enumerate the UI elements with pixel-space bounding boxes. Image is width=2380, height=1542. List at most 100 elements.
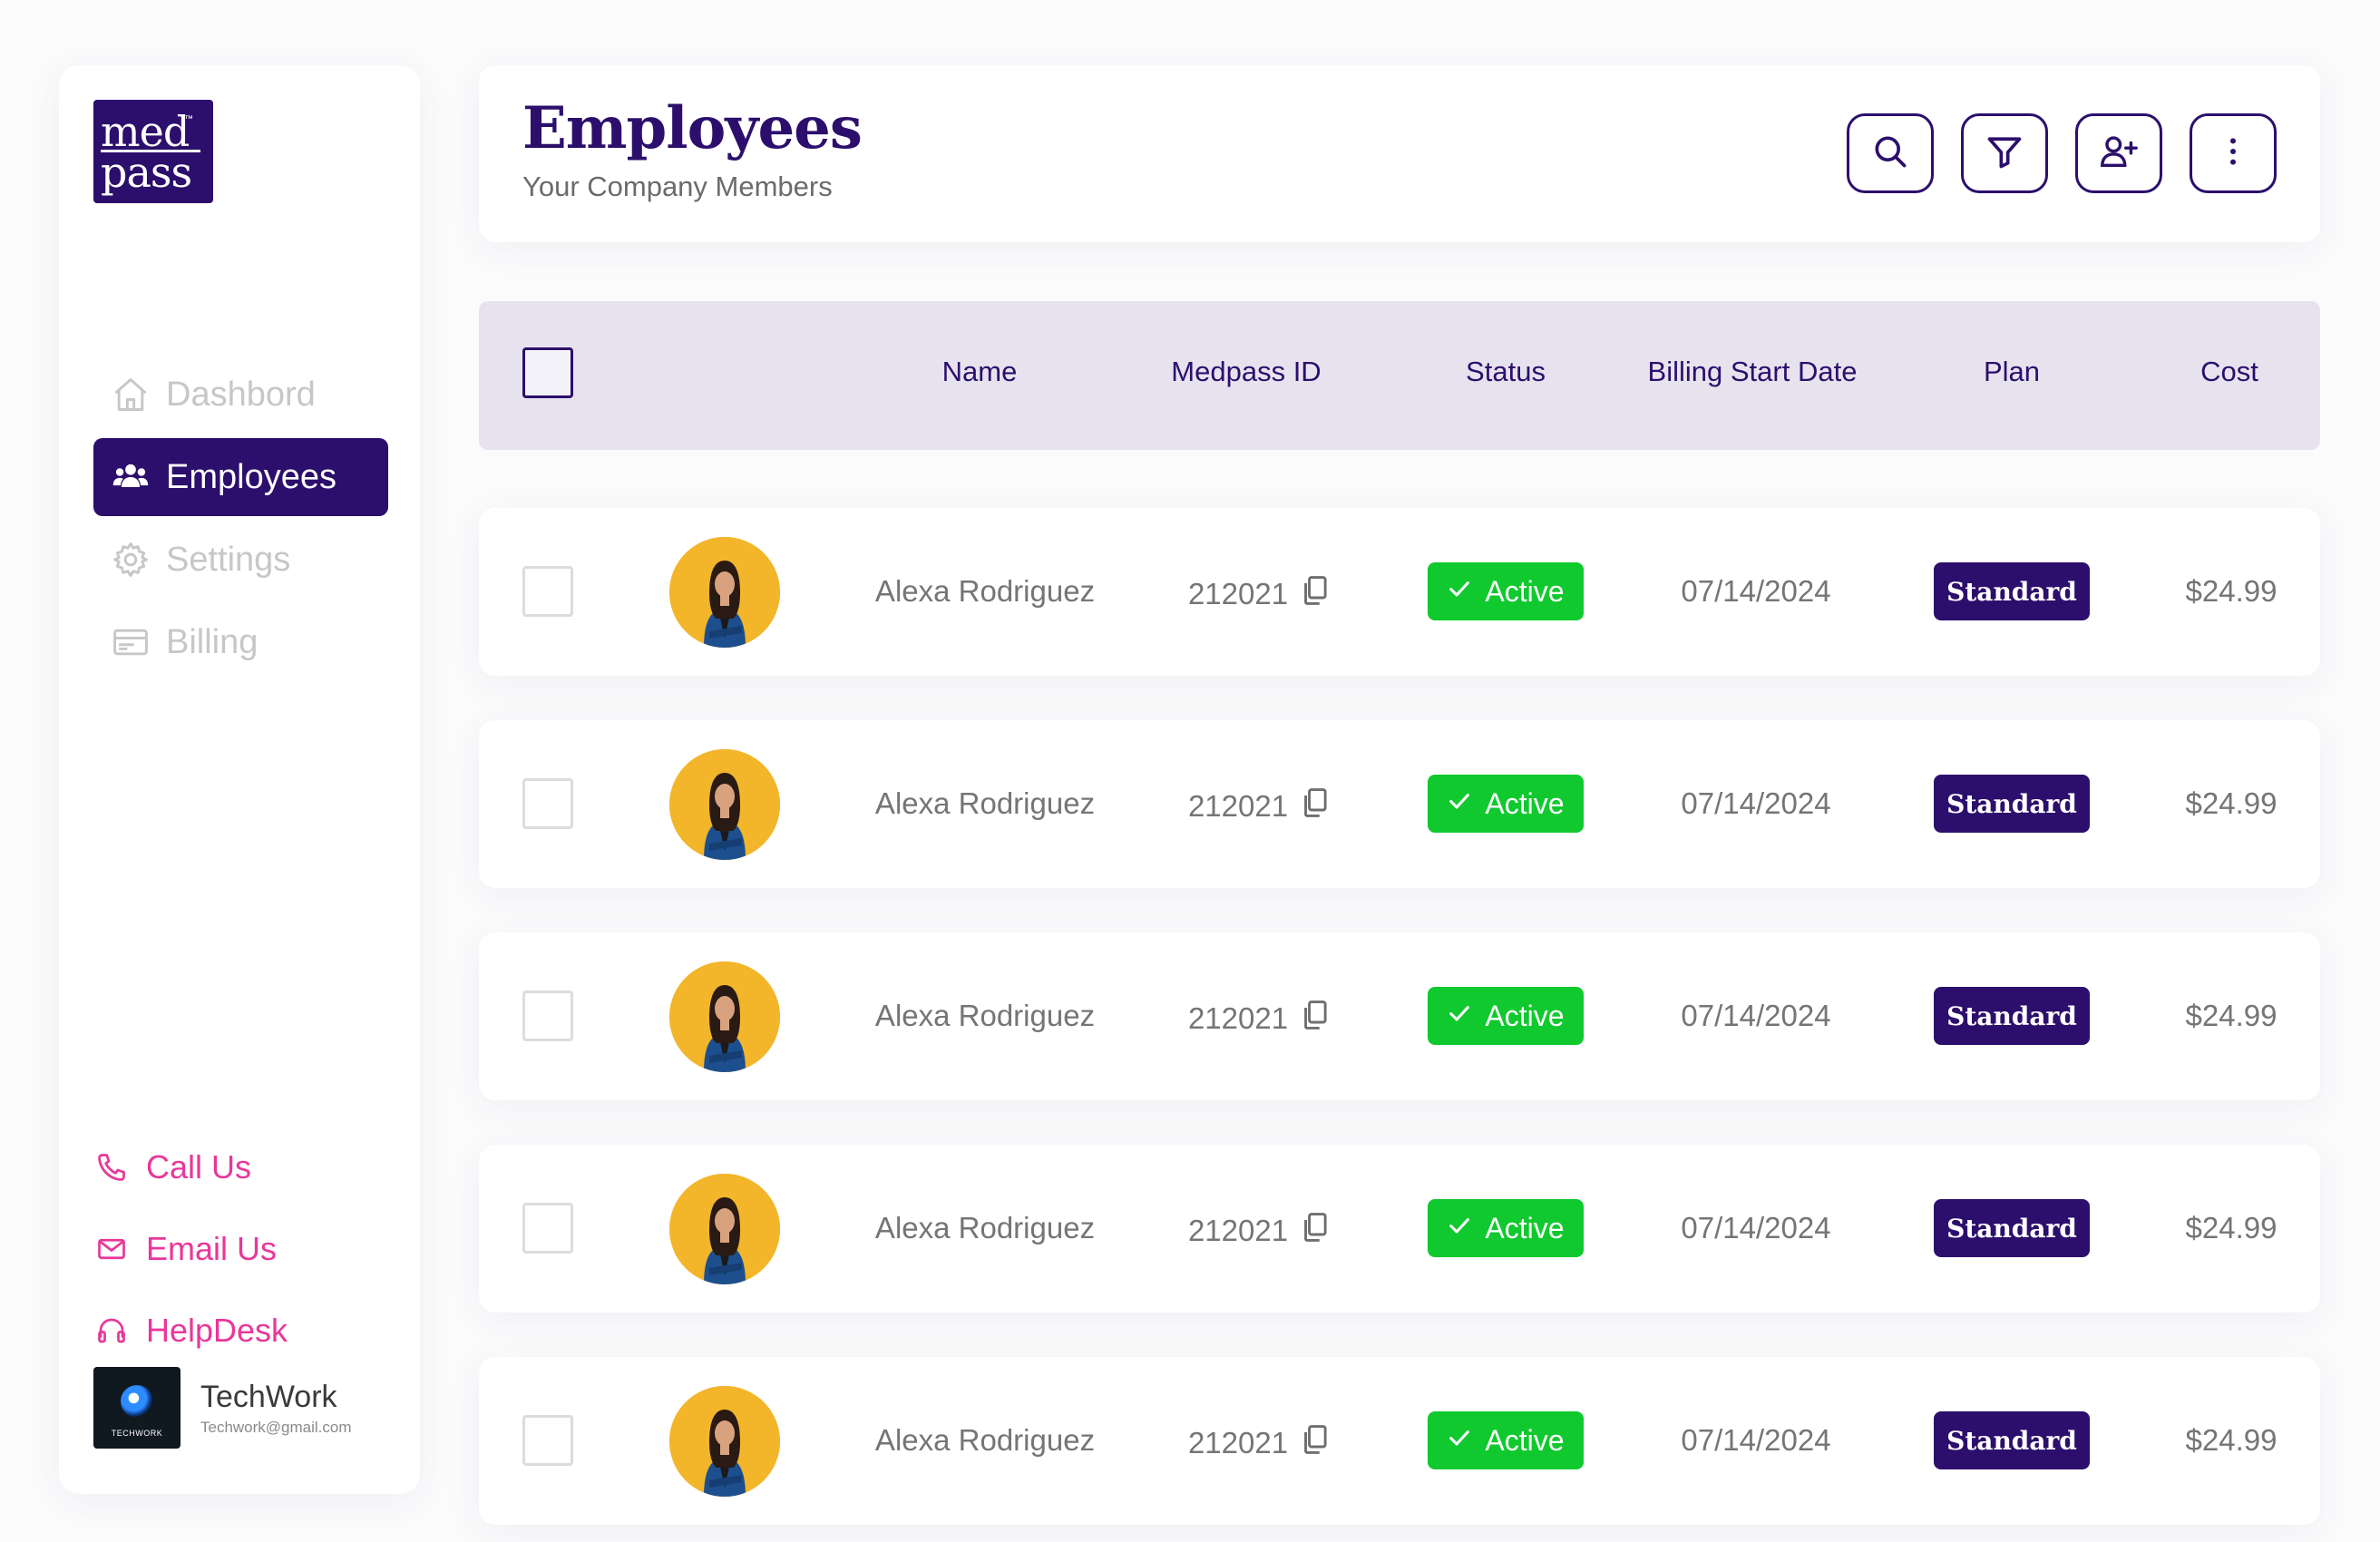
filter-button[interactable]	[1961, 113, 2048, 193]
employee-name: Alexa Rodriguez	[874, 1423, 1096, 1457]
trademark-mark: ™	[184, 114, 193, 124]
plan-badge: Standard	[1934, 1199, 2090, 1257]
add-user-button[interactable]	[2075, 113, 2162, 193]
call-us-label: Call Us	[146, 1148, 252, 1186]
phone-icon	[93, 1149, 130, 1186]
column-header-billing-start-date[interactable]: Billing Start Date	[1648, 356, 1858, 388]
add-user-icon	[2098, 131, 2140, 177]
copy-icon[interactable]	[1301, 786, 1330, 826]
billing-start-date: 07/14/2024	[1681, 999, 1831, 1032]
medpass-id-value: 212021	[1187, 1214, 1289, 1247]
account-card[interactable]: TECHWORK TechWork Techwork@gmail.com	[93, 1367, 352, 1449]
billing-start-date: 07/14/2024	[1681, 786, 1831, 820]
cost-value: $24.99	[2185, 574, 2278, 608]
check-icon	[1447, 575, 1472, 609]
check-icon	[1447, 1212, 1472, 1245]
column-header-plan[interactable]: Plan	[1984, 356, 2040, 388]
plan-badge: Standard	[1934, 562, 2090, 620]
table-row[interactable]: Alexa Rodriguez 212021 Active 07/14/2024…	[479, 508, 2320, 676]
status-label: Active	[1485, 1423, 1565, 1457]
company-logo-text: TECHWORK	[111, 1429, 163, 1438]
page-header: Employees Your Company Members	[479, 65, 2320, 242]
row-checkbox[interactable]	[522, 1203, 573, 1254]
status-badge: Active	[1428, 775, 1584, 833]
copy-icon[interactable]	[1301, 999, 1330, 1039]
column-header-name[interactable]: Name	[942, 356, 1018, 388]
table-row[interactable]: Alexa Rodriguez 212021 Active 07/14/2024…	[479, 720, 2320, 888]
sidebar-item-settings[interactable]: Settings	[93, 521, 388, 599]
check-icon	[1447, 1424, 1472, 1458]
billing-start-date: 07/14/2024	[1681, 1423, 1831, 1457]
table-row[interactable]: Alexa Rodriguez 212021 Active 07/14/2024…	[479, 1145, 2320, 1313]
sidebar-item-label: Settings	[166, 540, 291, 579]
plan-badge: Standard	[1934, 1411, 2090, 1469]
select-all-checkbox[interactable]	[522, 347, 573, 398]
account-name: TechWork	[200, 1379, 337, 1414]
avatar	[669, 961, 780, 1072]
header-actions	[1847, 113, 2277, 193]
more-options-button[interactable]	[2190, 113, 2277, 193]
plan-badge: Standard	[1934, 987, 2090, 1045]
copy-icon[interactable]	[1301, 1211, 1330, 1251]
card-icon	[110, 621, 151, 663]
cost-value: $24.99	[2185, 786, 2278, 820]
status-label: Active	[1485, 1211, 1565, 1244]
medpass-id: 212021	[1188, 999, 1330, 1039]
sidebar-item-billing[interactable]: Billing	[93, 603, 388, 681]
row-checkbox[interactable]	[522, 566, 573, 617]
plan-badge: Standard	[1934, 775, 2090, 833]
swirl-icon	[121, 1385, 153, 1418]
check-icon	[1447, 1000, 1472, 1033]
cost-value: $24.99	[2185, 1211, 2278, 1244]
copy-icon[interactable]	[1301, 1423, 1330, 1463]
sidebar-item-label: Billing	[166, 622, 258, 661]
account-email: Techwork@gmail.com	[200, 1418, 352, 1436]
more-icon	[2215, 133, 2251, 174]
status-badge: Active	[1428, 562, 1584, 620]
medpass-id: 212021	[1188, 1423, 1330, 1463]
sidebar-item-label: Employees	[166, 457, 337, 496]
filter-icon	[1985, 132, 2024, 176]
row-checkbox[interactable]	[522, 778, 573, 829]
logo-text-line2: pass	[101, 149, 200, 193]
row-checkbox[interactable]	[522, 991, 573, 1041]
avatar	[669, 749, 780, 860]
search-icon	[1870, 132, 1910, 176]
avatar	[669, 1386, 780, 1497]
medpass-id: 212021	[1188, 574, 1330, 614]
account-info: TechWork Techwork@gmail.com	[200, 1380, 352, 1437]
medpass-id: 212021	[1188, 786, 1330, 826]
mail-icon	[93, 1231, 130, 1267]
sidebar-item-employees[interactable]: Employees	[93, 438, 388, 516]
medpass-id-value: 212021	[1187, 577, 1289, 610]
table-row[interactable]: Alexa Rodriguez 212021 Active 07/14/2024…	[479, 1357, 2320, 1525]
employee-name: Alexa Rodriguez	[874, 1211, 1096, 1244]
row-checkbox[interactable]	[522, 1415, 573, 1466]
avatar	[669, 537, 780, 648]
sidebar-item-dashboard[interactable]: Dashbord	[93, 356, 388, 434]
cost-value: $24.99	[2185, 999, 2278, 1032]
medpass-id-value: 212021	[1187, 789, 1289, 823]
page-title: Employees	[522, 94, 863, 162]
column-header-status[interactable]: Status	[1466, 356, 1546, 388]
status-label: Active	[1485, 786, 1565, 820]
status-label: Active	[1485, 574, 1565, 608]
helpdesk-link[interactable]: HelpDesk	[93, 1290, 388, 1371]
helpdesk-label: HelpDesk	[146, 1312, 288, 1349]
billing-start-date: 07/14/2024	[1681, 574, 1831, 608]
medpass-logo[interactable]: ™ med pass	[93, 100, 213, 203]
contact-links: Call Us Email Us HelpDesk	[93, 1127, 388, 1371]
email-us-label: Email Us	[146, 1230, 278, 1267]
copy-icon[interactable]	[1301, 574, 1330, 614]
medpass-id: 212021	[1188, 1211, 1330, 1251]
employee-name: Alexa Rodriguez	[874, 574, 1096, 608]
status-badge: Active	[1428, 1199, 1584, 1257]
search-button[interactable]	[1847, 113, 1934, 193]
email-us-link[interactable]: Email Us	[93, 1208, 388, 1290]
table-header: Name Medpass ID Status Billing Start Dat…	[479, 301, 2320, 450]
call-us-link[interactable]: Call Us	[93, 1127, 388, 1208]
column-header-medpass-id[interactable]: Medpass ID	[1171, 356, 1321, 388]
column-header-cost[interactable]: Cost	[2200, 356, 2258, 388]
sidebar-item-label: Dashbord	[166, 375, 316, 414]
table-row[interactable]: Alexa Rodriguez 212021 Active 07/14/2024…	[479, 932, 2320, 1100]
